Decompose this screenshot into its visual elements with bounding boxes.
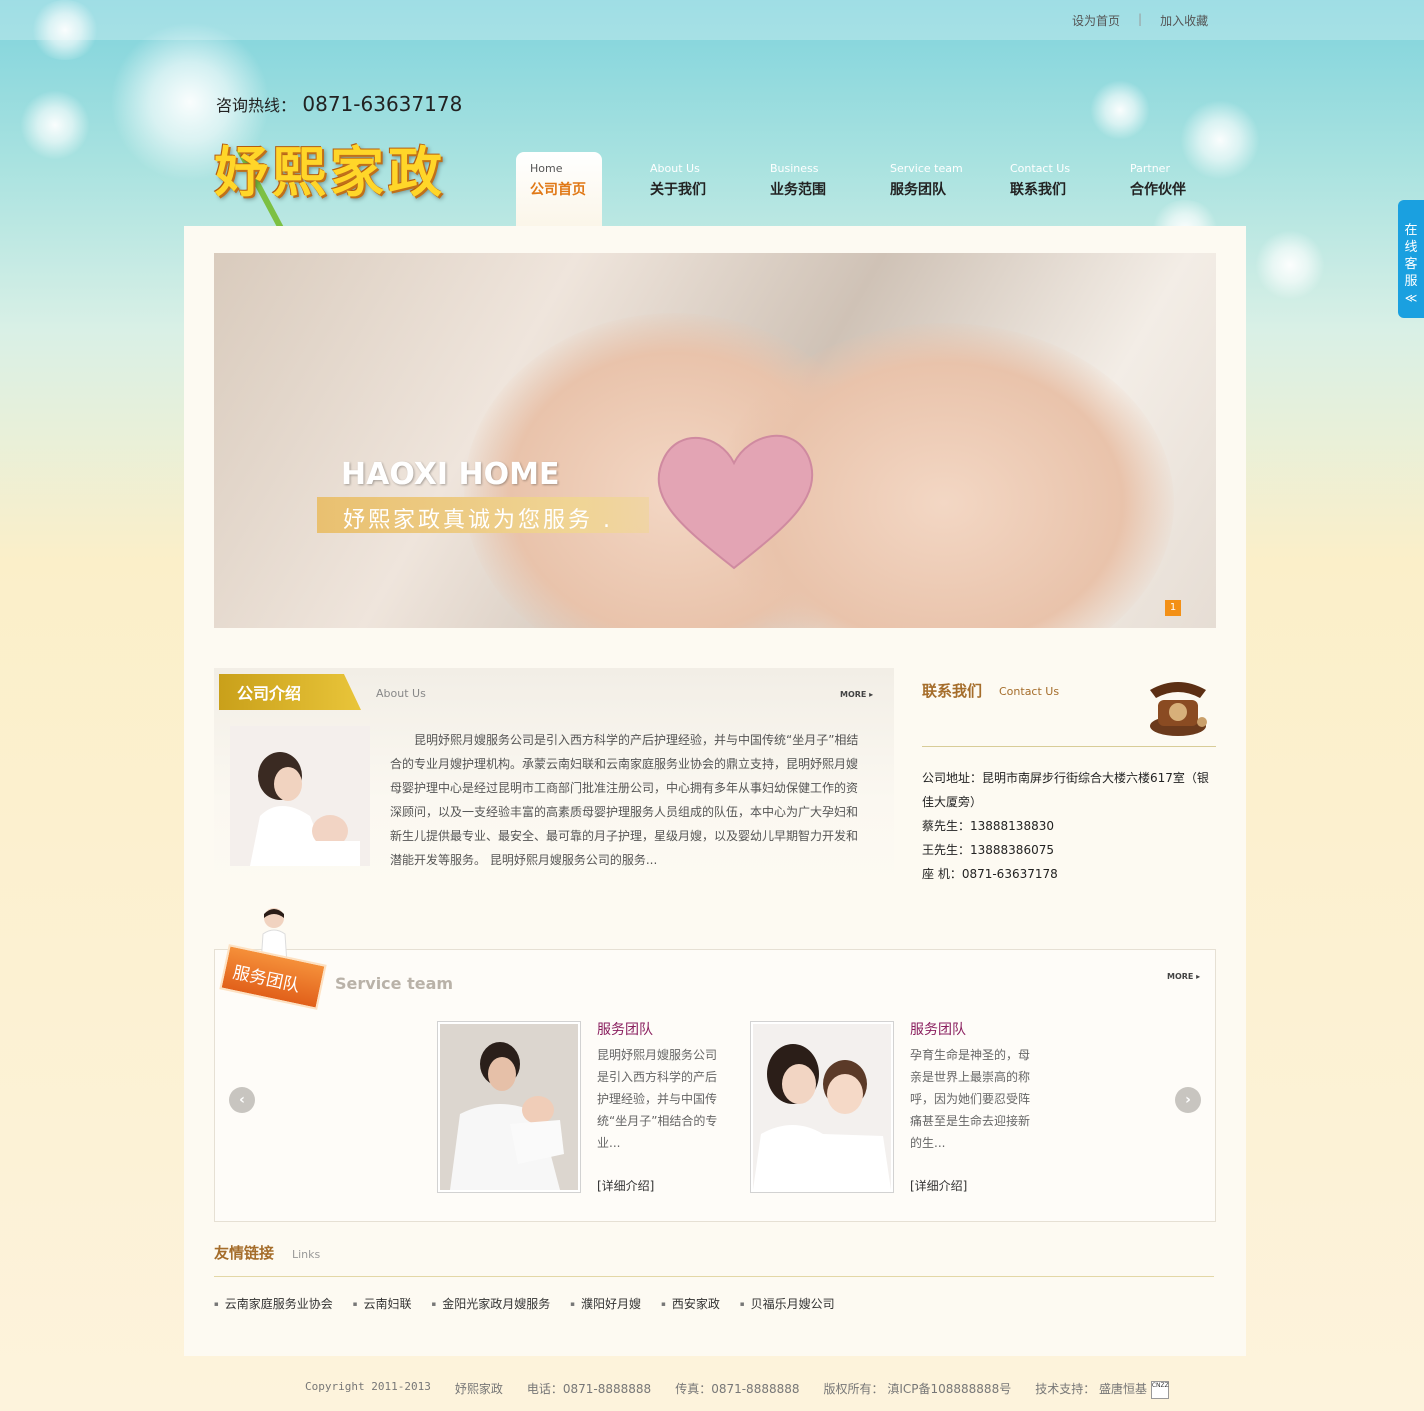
- dandelion-decoration: [1090, 80, 1150, 140]
- contact-details: 公司地址：昆明市南屏步行街综合大楼六楼617室（银佳大厦旁） 蔡先生：13888…: [922, 766, 1218, 886]
- carousel-next-button[interactable]: ›: [1175, 1087, 1201, 1113]
- top-bar: [0, 0, 1424, 40]
- main-nav: Home 公司首页 About Us 关于我们 Business 业务范围 Se…: [516, 152, 1236, 226]
- contact-address: 公司地址：昆明市南屏步行街综合大楼六楼617室（银佳大厦旁）: [922, 771, 1209, 809]
- bookmark-link[interactable]: 加入收藏: [1160, 12, 1208, 29]
- nav-item-contact[interactable]: Contact Us 联系我们: [996, 152, 1116, 226]
- about-section: 公司介绍 About Us MORE ▸ 昆明妤熙月嫂服务公司是引入西方科学的产…: [214, 668, 894, 888]
- friend-link[interactable]: 濮阳好月嫂: [570, 1295, 641, 1312]
- links-subtitle: Links: [292, 1248, 321, 1261]
- about-title: 公司介绍: [219, 674, 361, 710]
- nav-item-home[interactable]: Home 公司首页: [516, 152, 602, 226]
- service-card-title[interactable]: 服务团队: [597, 1019, 653, 1039]
- nav-item-cn: 关于我们: [650, 182, 706, 198]
- top-links: 设为首页 | 加入收藏: [1072, 12, 1208, 29]
- friend-links-list: 云南家庭服务业协会 云南妇联 金阳光家政月嫂服务 濮阳好月嫂 西安家政 贝福乐月…: [214, 1295, 855, 1312]
- service-card-detail-link[interactable]: [详细介绍]: [597, 1177, 654, 1194]
- service-card-image[interactable]: [437, 1021, 581, 1193]
- links-title: 友情链接: [214, 1244, 275, 1262]
- service-team-section: 服务团队 Service team MORE ▸ ‹ › 服务团队 昆明妤熙月嫂…: [214, 908, 1216, 1222]
- banner-slogan: 妤熙家政真诚为您服务 .: [317, 497, 649, 533]
- links-divider: [214, 1276, 1214, 1277]
- contact-divider: [922, 746, 1216, 747]
- footer-support-text: 技术支持： 盛唐恒基: [1035, 1382, 1148, 1396]
- contact-person-1: 蔡先生：13888138830: [922, 819, 1054, 833]
- nav-item-en: About Us: [650, 162, 700, 175]
- nav-item-en: Service team: [890, 162, 963, 175]
- banner-title: HAOXI HOME: [341, 457, 560, 492]
- footer-icp[interactable]: 版权所有： 滇ICP备108888888号: [824, 1380, 1012, 1399]
- nav-item-cn: 服务团队: [890, 182, 946, 198]
- footer-company: 妤熙家政: [454, 1382, 503, 1396]
- about-image: [230, 726, 370, 866]
- cnzz-stats-icon[interactable]: CNZZ: [1150, 1380, 1169, 1399]
- friend-link[interactable]: 西安家政: [661, 1295, 720, 1312]
- service-card-detail-link[interactable]: [详细介绍]: [910, 1177, 967, 1194]
- service-team-badge: 服务团队: [219, 944, 327, 1010]
- online-service-text: 在线客服: [1404, 223, 1418, 289]
- nav-item-about[interactable]: About Us 关于我们: [636, 152, 756, 226]
- service-team-subtitle: Service team: [335, 974, 454, 993]
- nav-item-cn: 公司首页: [530, 182, 586, 198]
- service-card-desc: 昆明妤熙月嫂服务公司是引入西方科学的产后护理经验，并与中国传统“坐月子”相结合的…: [597, 1048, 718, 1150]
- hero-banner[interactable]: HAOXI HOME 妤熙家政真诚为您服务 . 1: [214, 253, 1216, 628]
- service-card-title[interactable]: 服务团队: [910, 1019, 966, 1039]
- footer-copyright: Copyright 2011-2013: [305, 1380, 431, 1393]
- nav-item-service-team[interactable]: Service team 服务团队: [876, 152, 996, 226]
- nav-item-en: Home: [530, 162, 563, 175]
- nav-item-business[interactable]: Business 业务范围: [756, 152, 876, 226]
- banner-page-indicator[interactable]: 1: [1165, 600, 1181, 616]
- friend-link[interactable]: 云南家庭服务业协会: [214, 1295, 333, 1312]
- nav-item-cn: 业务范围: [770, 182, 826, 198]
- about-subtitle: About Us: [376, 687, 426, 700]
- paper-heart-icon: [657, 434, 814, 570]
- friend-link[interactable]: 金阳光家政月嫂服务: [432, 1295, 550, 1312]
- friend-link[interactable]: 贝福乐月嫂公司: [740, 1295, 835, 1312]
- about-text: 昆明妤熙月嫂服务公司是引入西方科学的产后护理经验，并与中国传统“坐月子”相结合的…: [390, 733, 859, 867]
- top-links-separator: |: [1138, 12, 1143, 26]
- service-card-image[interactable]: [750, 1021, 894, 1193]
- footer: Copyright 2011-2013 妤熙家政 电话：0871-8888888…: [305, 1380, 1169, 1399]
- nav-item-en: Partner: [1130, 162, 1170, 175]
- nav-item-cn: 合作伙伴: [1130, 182, 1186, 198]
- dandelion-decoration: [20, 90, 90, 160]
- contact-title: 联系我们: [922, 682, 983, 700]
- nav-item-en: Business: [770, 162, 819, 175]
- contact-section: 联系我们 Contact Us 公司地址：昆明市南屏步行街综合大楼六楼617室（…: [922, 668, 1216, 898]
- service-more-link[interactable]: MORE ▸: [1167, 972, 1200, 981]
- chevron-left-icon: ≪: [1404, 291, 1418, 305]
- footer-phone: 电话：0871-8888888: [526, 1382, 652, 1396]
- site-logo[interactable]: 妤熙家政: [214, 128, 446, 207]
- set-home-link[interactable]: 设为首页: [1072, 12, 1120, 29]
- footer-fax: 传真：0871-8888888: [675, 1382, 800, 1396]
- contact-person-2: 王先生：13888386075: [922, 843, 1054, 857]
- dandelion-decoration: [1255, 230, 1325, 300]
- contact-subtitle: Contact Us: [999, 685, 1060, 698]
- footer-support: 技术支持： 盛唐恒基 CNZZ: [1035, 1380, 1169, 1399]
- online-service-tab[interactable]: 在线客服 ≪: [1398, 200, 1424, 318]
- nav-item-en: Contact Us: [1010, 162, 1071, 175]
- contact-landline: 座 机：0871-63637178: [922, 867, 1058, 881]
- hotline: 咨询热线： 0871-63637178: [216, 92, 462, 116]
- service-card-desc: 孕育生命是神圣的，母亲是世界上最崇高的称呼，因为她们要忍受阵痛甚至是生命去迎接新…: [910, 1048, 1031, 1150]
- nav-item-cn: 联系我们: [1010, 182, 1066, 198]
- friend-link[interactable]: 云南妇联: [353, 1295, 412, 1312]
- hotline-label: 咨询热线：: [216, 96, 297, 115]
- hotline-number: 0871-63637178: [302, 92, 463, 116]
- carousel-prev-button[interactable]: ‹: [229, 1087, 255, 1113]
- main-content: HAOXI HOME 妤熙家政真诚为您服务 . 1 公司介绍 About Us …: [184, 226, 1246, 1356]
- about-more-link[interactable]: MORE ▸: [840, 690, 873, 699]
- nav-item-partner[interactable]: Partner 合作伙伴: [1116, 152, 1236, 226]
- telephone-icon: [1150, 682, 1207, 736]
